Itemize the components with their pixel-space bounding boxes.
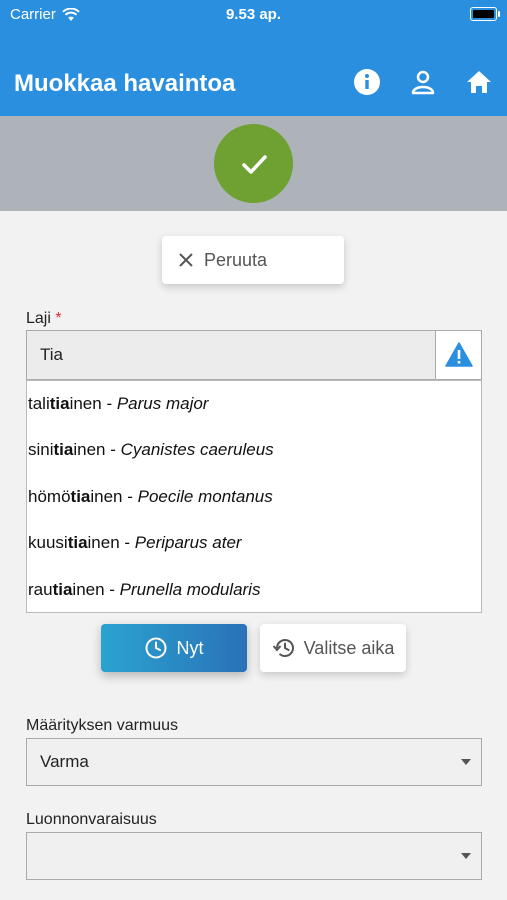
certainty-select[interactable]: Varma [26, 738, 482, 786]
certainty-value: Varma [40, 752, 89, 771]
choose-time-button[interactable]: Valitse aika [260, 624, 406, 672]
user-icon[interactable] [409, 68, 437, 96]
wildness-select[interactable] [26, 832, 482, 880]
cancel-button[interactable]: Peruuta [162, 236, 344, 284]
app-header: Muokkaa havaintoa [0, 30, 507, 116]
page-title: Muokkaa havaintoa [14, 70, 236, 97]
history-icon [272, 639, 294, 657]
chevron-down-icon [461, 759, 471, 765]
clock-icon [145, 637, 166, 659]
close-icon [179, 253, 193, 267]
suggestion-item[interactable]: talitiainen - Parus major [27, 381, 481, 427]
required-marker: * [55, 310, 62, 327]
species-input-value: Tia [40, 345, 63, 364]
suggestion-item[interactable]: kuusitiainen - Periparus ater [27, 520, 481, 566]
home-icon[interactable] [465, 68, 493, 96]
species-suggestions: talitiainen - Parus major sinitiainen - … [26, 380, 482, 613]
cancel-label: Peruuta [204, 249, 268, 270]
chevron-down-icon [461, 853, 471, 859]
species-label-text: Laji [26, 310, 51, 327]
battery-icon [470, 7, 500, 21]
header-actions [353, 68, 493, 96]
now-button[interactable]: Nyt [101, 624, 247, 672]
clock: 9.53 ap. [225, 6, 282, 23]
status-bar: Carrier 9.53 ap. [0, 0, 507, 30]
save-button[interactable] [214, 124, 293, 203]
species-input[interactable]: Tia [26, 330, 436, 380]
suggestion-item[interactable]: hömötiainen - Poecile montanus [27, 474, 481, 520]
wildness-label: Luonnonvaraisuus [26, 811, 157, 828]
species-warning[interactable] [436, 330, 482, 380]
suggestion-item[interactable]: rautiainen - Prunella modularis [27, 567, 481, 613]
species-label: Laji * [26, 310, 62, 328]
warning-icon [444, 342, 473, 367]
choose-time-label: Valitse aika [303, 637, 395, 658]
now-label: Nyt [176, 637, 204, 658]
info-icon[interactable] [353, 68, 381, 96]
certainty-label: Määrityksen varmuus [26, 717, 179, 734]
suggestion-item[interactable]: sinitiainen - Cyanistes caeruleus [27, 427, 481, 473]
checkmark-icon [241, 154, 267, 174]
